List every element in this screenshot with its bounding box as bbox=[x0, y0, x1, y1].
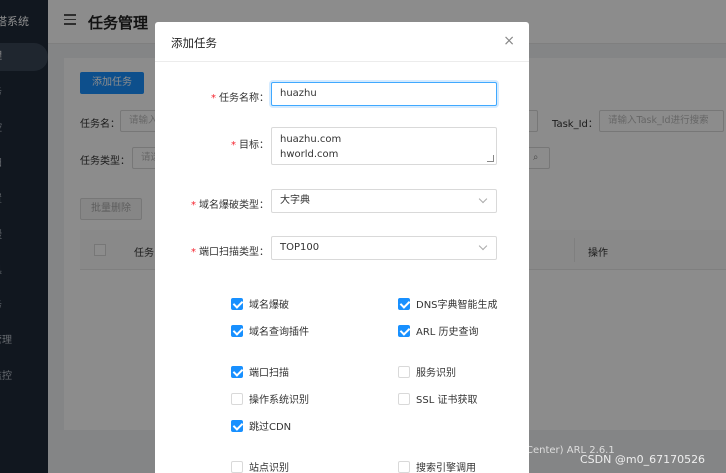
add-task-modal: 添加任务 × * 任务名称： huazhu * 目标： huazhu.com hwo… bbox=[155, 22, 529, 473]
task-name-label: * 任务名称： bbox=[211, 93, 269, 104]
option-domain-query-plugin[interactable]: 域名查询插件 bbox=[231, 323, 309, 338]
option-skip-cdn[interactable]: 跳过CDN bbox=[231, 418, 291, 433]
port-scan-type-select[interactable]: TOP100 bbox=[271, 236, 497, 260]
target-textarea[interactable]: huazhu.com hworld.com bbox=[271, 127, 497, 165]
option-ssl-cert[interactable]: SSL 证书获取 bbox=[398, 391, 477, 406]
checkbox-checked[interactable] bbox=[398, 298, 410, 310]
option-port-scan[interactable]: 端口扫描 bbox=[231, 364, 289, 379]
chevron-down-icon bbox=[478, 241, 488, 251]
watermark: CSDN @m0_67170526 bbox=[580, 453, 706, 466]
task-name-input[interactable]: huazhu bbox=[271, 82, 497, 106]
close-icon[interactable]: × bbox=[503, 33, 515, 49]
modal-title: 添加任务 bbox=[171, 36, 217, 50]
checkbox-unchecked[interactable] bbox=[231, 393, 243, 405]
checkbox-unchecked[interactable] bbox=[398, 393, 410, 405]
resize-handle-icon[interactable] bbox=[487, 155, 494, 162]
checkbox-checked[interactable] bbox=[231, 366, 243, 378]
target-line-1: huazhu.com bbox=[280, 134, 342, 145]
option-search-engine[interactable]: 搜索引擎调用 bbox=[398, 459, 476, 473]
option-site-detect[interactable]: 站点识别 bbox=[231, 459, 289, 473]
option-os-detect[interactable]: 操作系统识别 bbox=[231, 391, 309, 406]
checkbox-checked[interactable] bbox=[231, 420, 243, 432]
target-line-2: hworld.com bbox=[280, 149, 339, 160]
modal-header: 添加任务 × bbox=[155, 22, 529, 62]
option-dns-dict-gen[interactable]: DNS字典智能生成 bbox=[398, 296, 498, 311]
domain-brute-type-value: 大字典 bbox=[280, 195, 310, 206]
option-domain-brute[interactable]: 域名爆破 bbox=[231, 296, 289, 311]
checkbox-checked[interactable] bbox=[231, 325, 243, 337]
checkbox-checked[interactable] bbox=[398, 325, 410, 337]
chevron-down-icon bbox=[478, 194, 488, 204]
checkbox-unchecked[interactable] bbox=[398, 366, 410, 378]
checkbox-checked[interactable] bbox=[231, 298, 243, 310]
option-service-detect[interactable]: 服务识别 bbox=[398, 364, 456, 379]
option-arl-history[interactable]: ARL 历史查询 bbox=[398, 323, 479, 338]
port-scan-type-label: * 端口扫描类型： bbox=[191, 247, 269, 258]
checkbox-unchecked[interactable] bbox=[231, 461, 243, 473]
domain-brute-type-select[interactable]: 大字典 bbox=[271, 189, 497, 213]
target-label: * 目标： bbox=[231, 140, 269, 151]
domain-brute-type-label: * 域名爆破类型： bbox=[191, 200, 269, 211]
port-scan-type-value: TOP100 bbox=[280, 242, 320, 253]
checkbox-unchecked[interactable] bbox=[398, 461, 410, 473]
